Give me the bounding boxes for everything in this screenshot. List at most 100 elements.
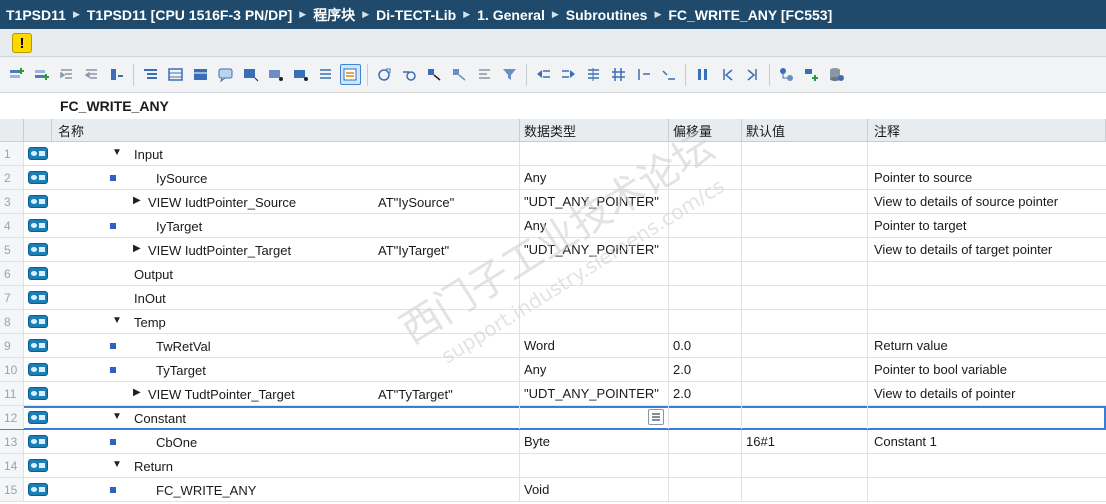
table-row[interactable]: 1 ▼ Input [0, 142, 1106, 166]
comment-cell[interactable]: View to details of target pointer [868, 238, 1106, 261]
filter-icon[interactable] [499, 64, 520, 85]
default-value-cell[interactable] [742, 358, 868, 381]
comment-cell[interactable] [868, 310, 1106, 333]
breadcrumb-item[interactable]: T1PSD11 [CPU 1516F-3 PN/DP] [87, 7, 292, 23]
comment-cell[interactable]: Constant 1 [868, 430, 1106, 453]
data-type-cell[interactable]: Word [520, 334, 669, 357]
comment-cell[interactable] [868, 454, 1106, 477]
comment-cell[interactable]: Pointer to target [868, 214, 1106, 237]
name-cell[interactable]: Output [52, 262, 520, 285]
table-row[interactable]: 6 Output [0, 262, 1106, 286]
expand-all-icon[interactable] [140, 64, 161, 85]
table-row[interactable]: 14 ▼ Return [0, 454, 1106, 478]
table-row[interactable]: 15 FC_WRITE_ANY Void [0, 478, 1106, 502]
name-cell[interactable]: ▼ Temp [52, 310, 520, 333]
data-type-cell[interactable] [520, 406, 669, 429]
collapse-triangle-icon[interactable]: ▼ [112, 315, 122, 326]
column-header-data-type[interactable]: 数据类型 [520, 119, 669, 141]
name-cell[interactable]: CbOne [52, 430, 520, 453]
table-row[interactable]: 2 IySource Any Pointer to source [0, 166, 1106, 190]
default-value-cell[interactable] [742, 166, 868, 189]
default-value-cell[interactable] [742, 406, 868, 429]
comment-cell[interactable]: View to details of pointer [868, 382, 1106, 405]
monitor-icon[interactable] [240, 64, 261, 85]
data-type-cell[interactable]: "UDT_ANY_POINTER" [520, 238, 669, 261]
name-cell[interactable]: InOut [52, 286, 520, 309]
tab-left-icon[interactable] [633, 64, 654, 85]
warning-icon[interactable]: ! [12, 33, 32, 53]
name-cell[interactable]: ▼ Input [52, 142, 520, 165]
cross-reference-icon[interactable] [424, 64, 445, 85]
breadcrumb-item[interactable]: Di-TECT-Lib [376, 7, 456, 23]
align-icon[interactable] [583, 64, 604, 85]
data-type-cell[interactable]: "UDT_ANY_POINTER" [520, 190, 669, 213]
column-header-offset[interactable]: 偏移量 [669, 119, 742, 141]
data-type-cell[interactable]: Any [520, 214, 669, 237]
online-icon[interactable] [776, 64, 797, 85]
settings-view-icon[interactable] [340, 64, 361, 85]
breadcrumb-item[interactable]: T1PSD11 [6, 7, 66, 23]
default-value-cell[interactable] [742, 310, 868, 333]
data-type-cell[interactable] [520, 310, 669, 333]
snapshot-icon[interactable] [265, 64, 286, 85]
breadcrumb-item[interactable]: Subroutines [566, 7, 648, 23]
name-cell[interactable]: ▶ VIEW IudtPointer_Source AT"IySource" [52, 190, 520, 213]
comment-cell[interactable] [868, 262, 1106, 285]
name-cell[interactable]: TyTarget [52, 358, 520, 381]
default-value-cell[interactable]: 16#1 [742, 430, 868, 453]
table-row[interactable]: 4 IyTarget Any Pointer to target [0, 214, 1106, 238]
database-icon[interactable] [826, 64, 847, 85]
table-view-icon[interactable] [190, 64, 211, 85]
comment-cell[interactable] [868, 142, 1106, 165]
data-type-cell[interactable]: "UDT_ANY_POINTER" [520, 382, 669, 405]
name-cell[interactable]: IySource [52, 166, 520, 189]
comment-cell[interactable]: Return value [868, 334, 1106, 357]
data-type-cell[interactable] [520, 142, 669, 165]
default-value-cell[interactable] [742, 142, 868, 165]
default-value-cell[interactable] [742, 382, 868, 405]
default-value-cell[interactable] [742, 214, 868, 237]
table-row[interactable]: 8 ▼ Temp [0, 310, 1106, 334]
load-snapshot-icon[interactable] [290, 64, 311, 85]
collapse-triangle-icon[interactable]: ▼ [112, 147, 122, 158]
default-value-cell[interactable] [742, 262, 868, 285]
default-value-cell[interactable] [742, 454, 868, 477]
assignment-icon[interactable] [449, 64, 470, 85]
collapse-all-icon[interactable] [165, 64, 186, 85]
data-type-cell[interactable]: Any [520, 358, 669, 381]
name-cell[interactable]: FC_WRITE_ANY [52, 478, 520, 501]
name-cell[interactable]: ▼ Return [52, 454, 520, 477]
network-next-icon[interactable] [558, 64, 579, 85]
data-type-cell[interactable]: Void [520, 478, 669, 501]
breadcrumb-item[interactable]: FC_WRITE_ANY [FC553] [668, 7, 832, 23]
data-type-cell[interactable]: Byte [520, 430, 669, 453]
table-row[interactable]: 9 TwRetVal Word 0.0 Return value [0, 334, 1106, 358]
go-to-icon[interactable] [399, 64, 420, 85]
collapse-triangle-icon[interactable]: ▼ [112, 459, 122, 470]
insert-row-icon[interactable] [6, 64, 27, 85]
comment-cell[interactable]: Pointer to source [868, 166, 1106, 189]
expand-triangle-icon[interactable]: ▶ [133, 387, 141, 398]
comment-cell[interactable] [868, 286, 1106, 309]
step-back-icon[interactable] [717, 64, 738, 85]
breadcrumb-item[interactable]: 1. General [477, 7, 545, 23]
indent-icon[interactable] [56, 64, 77, 85]
default-value-cell[interactable] [742, 478, 868, 501]
name-cell[interactable]: ▶ VIEW IudtPointer_Target AT"IyTarget" [52, 238, 520, 261]
list-select-icon[interactable] [648, 409, 664, 425]
compare-icon[interactable] [801, 64, 822, 85]
network-prev-icon[interactable] [533, 64, 554, 85]
expand-triangle-icon[interactable]: ▶ [133, 243, 141, 254]
bookmark-icon[interactable] [106, 64, 127, 85]
name-cell[interactable]: ▼ Constant [52, 406, 520, 429]
comment-cell[interactable]: View to details of source pointer [868, 190, 1106, 213]
list-view-icon[interactable] [315, 64, 336, 85]
default-value-cell[interactable] [742, 238, 868, 261]
comment-icon[interactable] [215, 64, 236, 85]
table-row[interactable]: 13 CbOne Byte 16#1 Constant 1 [0, 430, 1106, 454]
default-value-cell[interactable] [742, 286, 868, 309]
column-header-comment[interactable]: 注释 [868, 119, 1106, 141]
breadcrumb-item[interactable]: 程序块 [313, 5, 355, 25]
default-value-cell[interactable] [742, 334, 868, 357]
table-row[interactable]: 5 ▶ VIEW IudtPointer_Target AT"IyTarget" "UD… [0, 238, 1106, 262]
